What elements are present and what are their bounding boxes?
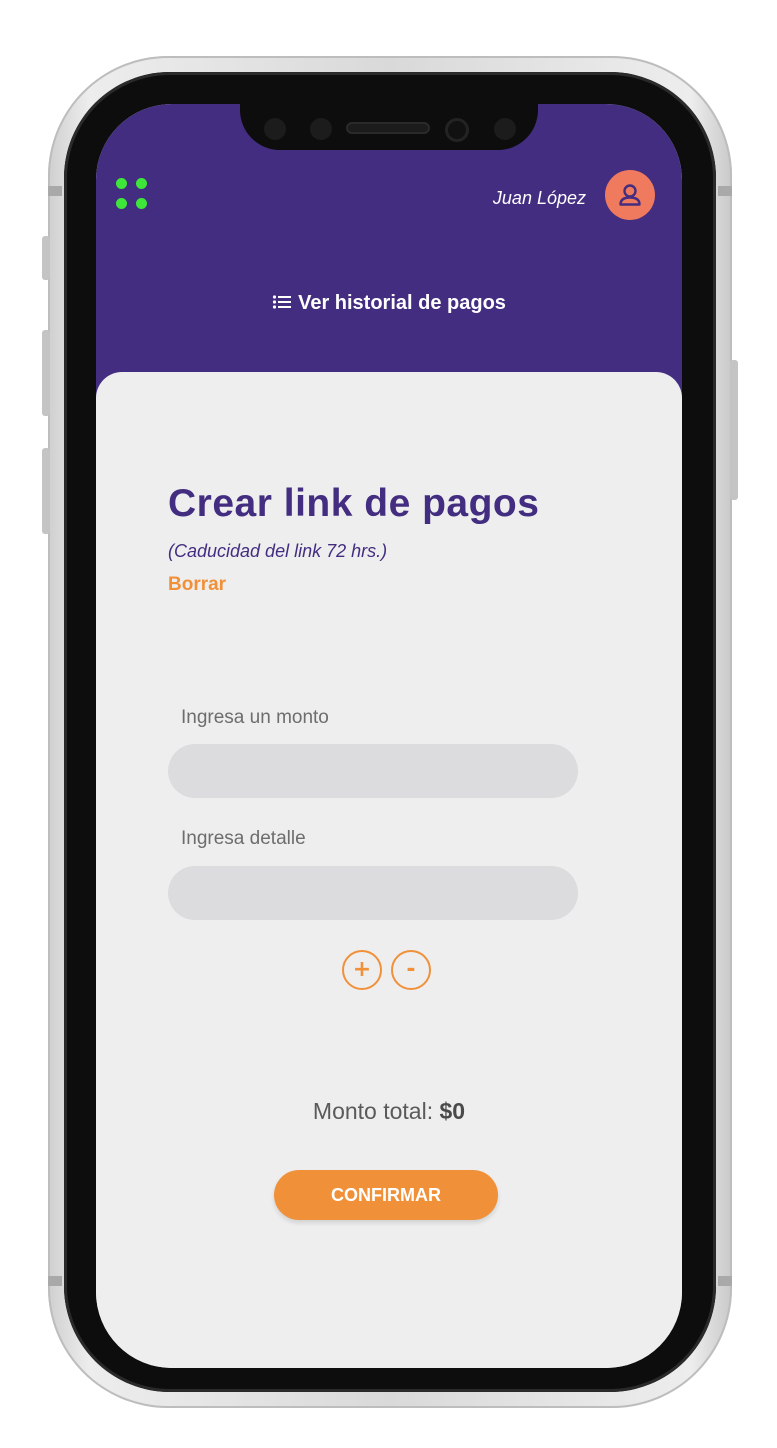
menu-dot	[116, 198, 127, 209]
confirm-button[interactable]: CONFIRMAR	[274, 1170, 498, 1220]
grid-dots-icon[interactable]	[116, 178, 150, 212]
detail-input[interactable]	[168, 866, 578, 920]
phone-volume-down-button	[42, 448, 50, 534]
add-item-button[interactable]: +	[342, 950, 382, 990]
remove-item-button[interactable]: -	[391, 950, 431, 990]
total-value: $0	[439, 1098, 466, 1124]
minus-icon: -	[406, 957, 416, 982]
phone-power-button	[730, 360, 738, 500]
front-camera	[445, 118, 469, 142]
total-row: Monto total: $0	[96, 1098, 682, 1125]
page-title: Crear link de pagos	[168, 482, 540, 525]
avatar[interactable]	[605, 170, 655, 220]
menu-dot	[136, 178, 147, 189]
phone-silent-switch	[42, 236, 50, 280]
history-link[interactable]: Ver historial de pagos	[96, 292, 682, 316]
phone-volume-up-button	[42, 330, 50, 416]
user-name: Juan López	[492, 188, 586, 208]
menu-dot	[136, 198, 147, 209]
amount-input[interactable]	[168, 744, 578, 798]
history-link-label: Ver historial de pagos	[298, 292, 506, 314]
sensor-dot	[264, 118, 286, 140]
amount-label: Ingresa un monto	[181, 707, 329, 728]
speaker-grille	[346, 122, 430, 134]
antenna-band	[48, 186, 62, 196]
list-icon	[272, 293, 292, 316]
plus-icon: +	[352, 957, 372, 982]
antenna-band	[718, 186, 732, 196]
antenna-band	[718, 1276, 732, 1286]
sensor-dot	[310, 118, 332, 140]
detail-label: Ingresa detalle	[181, 828, 306, 849]
menu-dot	[116, 178, 127, 189]
app-screen: Juan López Ver historial de pagos Crear	[96, 104, 682, 1368]
total-label: Monto total:	[312, 1098, 434, 1124]
clear-link[interactable]: Borrar	[168, 574, 226, 596]
phone-notch	[240, 104, 538, 150]
user-icon	[619, 184, 641, 206]
link-expiry-note: (Caducidad del link 72 hrs.)	[168, 541, 388, 561]
sensor-dot	[494, 118, 516, 140]
antenna-band	[48, 1276, 62, 1286]
